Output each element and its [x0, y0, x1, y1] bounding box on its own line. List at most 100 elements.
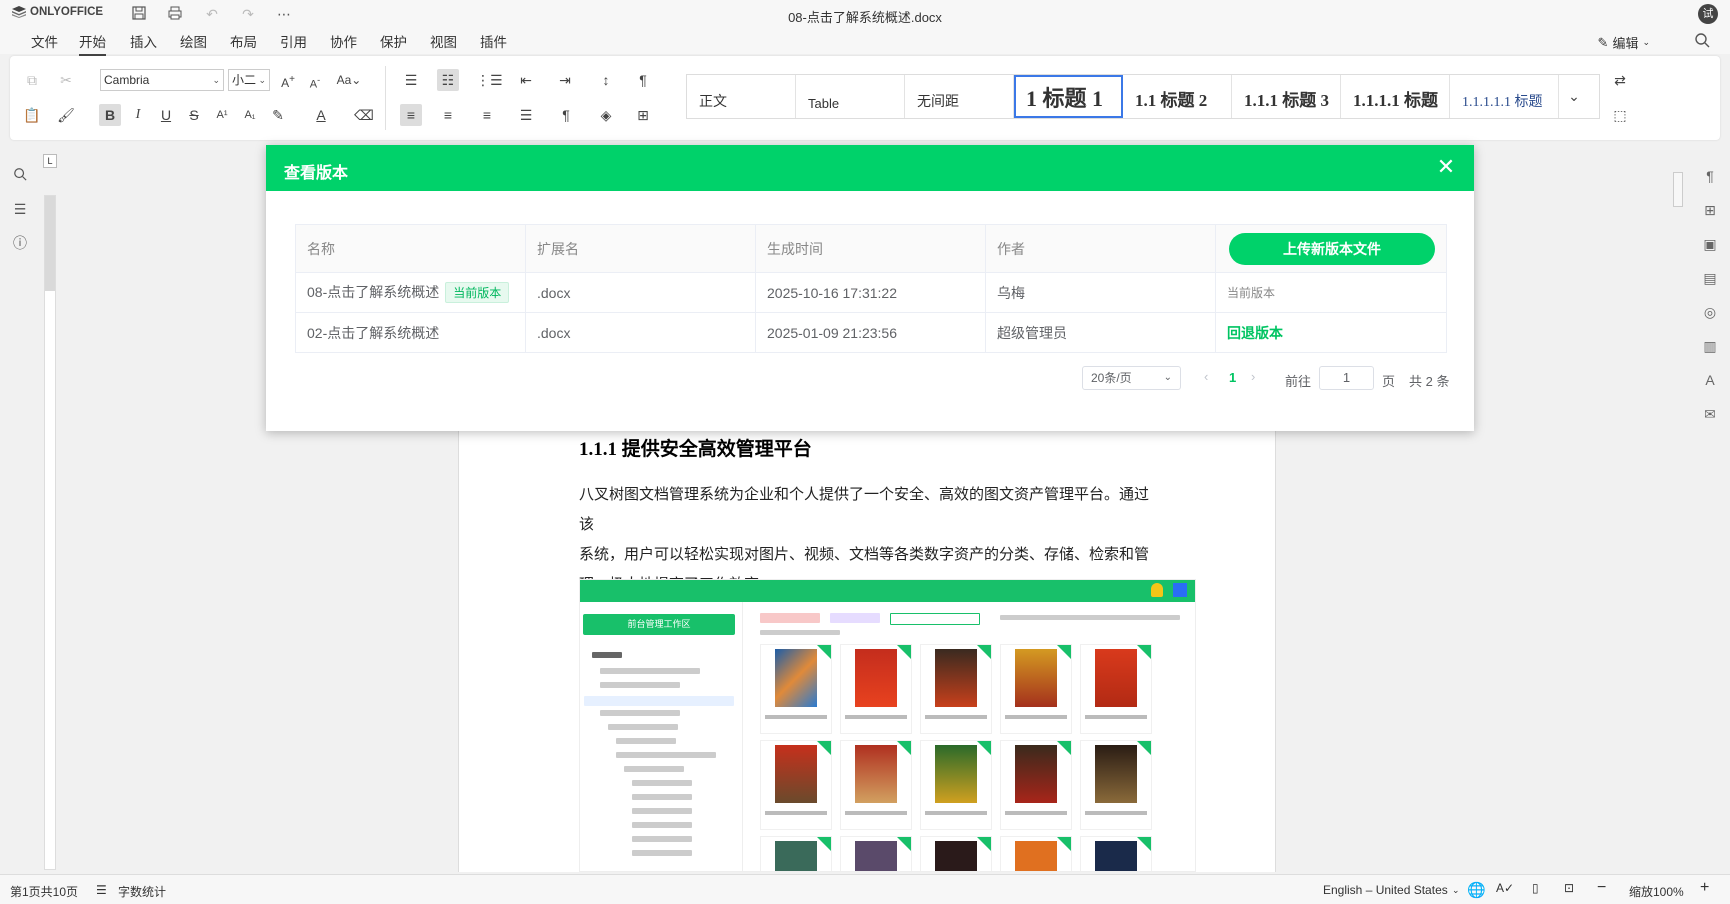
chart-settings-icon[interactable]: ▥: [1701, 337, 1719, 355]
bullet-list-icon[interactable]: ☰: [400, 69, 422, 91]
numbered-list-icon[interactable]: ☷: [437, 69, 459, 91]
align-left-icon[interactable]: ≡: [400, 104, 422, 126]
prev-page-icon[interactable]: ‹: [1204, 369, 1208, 393]
dialog-title: 查看版本: [284, 165, 349, 182]
edit-mode-dropdown[interactable]: ✎ 编辑 ⌄: [1598, 33, 1650, 52]
shape-settings-icon[interactable]: ◎: [1701, 303, 1719, 321]
style-table[interactable]: Table: [796, 75, 905, 118]
globe-icon[interactable]: 🌐: [1467, 881, 1486, 899]
justify-icon[interactable]: ☰: [515, 104, 537, 126]
word-count-icon[interactable]: ☰: [96, 883, 107, 897]
language-select[interactable]: English – United States: [1323, 883, 1448, 897]
tab-file[interactable]: 文件: [31, 31, 58, 54]
tab-home[interactable]: 开始: [79, 31, 106, 56]
strikethrough-icon[interactable]: S: [183, 104, 205, 126]
underline-icon[interactable]: U: [155, 104, 177, 126]
font-size-select[interactable]: 小二 ⌄: [228, 69, 270, 91]
subscript-icon[interactable]: A₁: [239, 104, 261, 126]
tab-collaborate[interactable]: 协作: [330, 31, 357, 54]
style-heading-4[interactable]: 1.1.1.1 标题: [1341, 75, 1450, 118]
paragraph-direction-icon[interactable]: ¶: [555, 104, 577, 126]
current-page-number[interactable]: 1: [1229, 370, 1236, 394]
font-name-select[interactable]: Cambria ⌄: [100, 69, 224, 91]
style-heading-3[interactable]: 1.1.1 标题 3: [1232, 75, 1341, 118]
paragraph-settings-icon[interactable]: ¶: [1701, 167, 1719, 185]
tab-layout[interactable]: 布局: [230, 31, 257, 54]
format-painter-icon[interactable]: 🖌: [55, 104, 77, 126]
style-heading-1[interactable]: 1 标题 1: [1014, 75, 1123, 118]
tab-view[interactable]: 视图: [430, 31, 457, 54]
increase-font-icon[interactable]: A+: [277, 69, 299, 91]
navigation-icon[interactable]: ☰: [11, 200, 29, 218]
zoom-level[interactable]: 缩放100%: [1629, 883, 1684, 900]
table-settings-icon[interactable]: ⊞: [1701, 201, 1719, 219]
styles-expand-icon[interactable]: ⌄: [1559, 75, 1589, 118]
paste-icon[interactable]: 📋: [21, 104, 43, 126]
spellcheck-icon[interactable]: A✓: [1496, 881, 1514, 895]
paragraph-marks-icon[interactable]: ¶: [632, 69, 654, 91]
vertical-ruler: [44, 195, 56, 870]
tab-stop-selector[interactable]: L: [43, 154, 57, 168]
close-icon[interactable]: ✕: [1434, 154, 1458, 180]
tab-references[interactable]: 引用: [280, 31, 307, 54]
tree-item: [584, 696, 734, 706]
vertical-scrollbar[interactable]: [1672, 150, 1684, 870]
style-normal[interactable]: 正文: [687, 75, 796, 118]
shading-icon[interactable]: ◈: [595, 104, 617, 126]
search-icon[interactable]: [11, 167, 29, 185]
current-version-badge: 当前版本: [445, 282, 510, 303]
shot-thumbnail: [1000, 740, 1072, 830]
copy-icon[interactable]: ⧉: [21, 69, 43, 91]
shot-thumbnail: [920, 836, 992, 871]
style-heading-5[interactable]: 1.1.1.1.1 标题: [1450, 75, 1559, 118]
multilevel-list-icon[interactable]: ⋮☰: [476, 69, 503, 91]
change-case-icon[interactable]: Aa⌄: [335, 69, 363, 91]
increase-indent-icon[interactable]: ⇥: [554, 69, 576, 91]
tree-item: [608, 724, 678, 730]
decrease-indent-icon[interactable]: ⇤: [515, 69, 537, 91]
text-art-icon[interactable]: A: [1701, 371, 1719, 389]
shot-thumbnail: [840, 836, 912, 871]
bold-icon[interactable]: B: [99, 104, 121, 126]
font-color-icon[interactable]: A: [310, 104, 332, 126]
word-count-label[interactable]: 字数统计: [118, 883, 166, 900]
fit-page-icon[interactable]: ▯: [1532, 881, 1539, 895]
info-icon[interactable]: ⓘ: [11, 234, 29, 252]
thumb-tag: [1137, 645, 1151, 659]
style-no-spacing[interactable]: 无间距: [905, 75, 1014, 118]
tab-insert[interactable]: 插入: [130, 31, 157, 54]
zoom-in-icon[interactable]: +: [1700, 879, 1709, 897]
decrease-font-icon[interactable]: A-: [304, 69, 326, 91]
page-info[interactable]: 第1页共10页: [10, 883, 78, 900]
header-footer-icon[interactable]: ▤: [1701, 269, 1719, 287]
superscript-icon[interactable]: A¹: [211, 104, 233, 126]
tab-plugins[interactable]: 插件: [480, 31, 507, 54]
thumb-image: [1095, 649, 1137, 707]
select-icon[interactable]: ⬚: [1609, 104, 1631, 126]
style-heading-2[interactable]: 1.1 标题 2: [1123, 75, 1232, 118]
zoom-out-icon[interactable]: −: [1597, 879, 1606, 897]
align-right-icon[interactable]: ≡: [476, 104, 498, 126]
line-spacing-icon[interactable]: ↕: [595, 69, 617, 91]
upload-new-version-button[interactable]: 上传新版本文件: [1229, 232, 1435, 265]
mail-merge-icon[interactable]: ✉: [1701, 405, 1719, 423]
clear-formatting-icon[interactable]: ⌫: [353, 104, 375, 126]
tab-protect[interactable]: 保护: [380, 31, 407, 54]
rollback-version-link[interactable]: 回退版本: [1227, 325, 1283, 341]
page-size-select[interactable]: 20条/页 ⌄: [1082, 366, 1181, 390]
user-avatar[interactable]: 试: [1698, 4, 1718, 24]
align-center-icon[interactable]: ≡: [437, 104, 459, 126]
cut-icon[interactable]: ✂: [55, 69, 77, 91]
tab-draw[interactable]: 绘图: [180, 31, 207, 54]
image-settings-icon[interactable]: ▣: [1701, 235, 1719, 253]
highlight-icon[interactable]: ✎: [267, 104, 289, 126]
borders-icon[interactable]: ⊞: [632, 104, 654, 126]
thumb-tag: [977, 645, 991, 659]
scrollbar-thumb[interactable]: [1673, 172, 1683, 207]
italic-icon[interactable]: I: [127, 104, 149, 126]
replace-icon[interactable]: ⇄: [1609, 69, 1631, 91]
fit-width-icon[interactable]: ⊡: [1564, 881, 1574, 895]
goto-page-input[interactable]: 1: [1319, 366, 1374, 390]
next-page-icon[interactable]: ›: [1251, 369, 1255, 393]
search-icon[interactable]: [1694, 32, 1710, 53]
